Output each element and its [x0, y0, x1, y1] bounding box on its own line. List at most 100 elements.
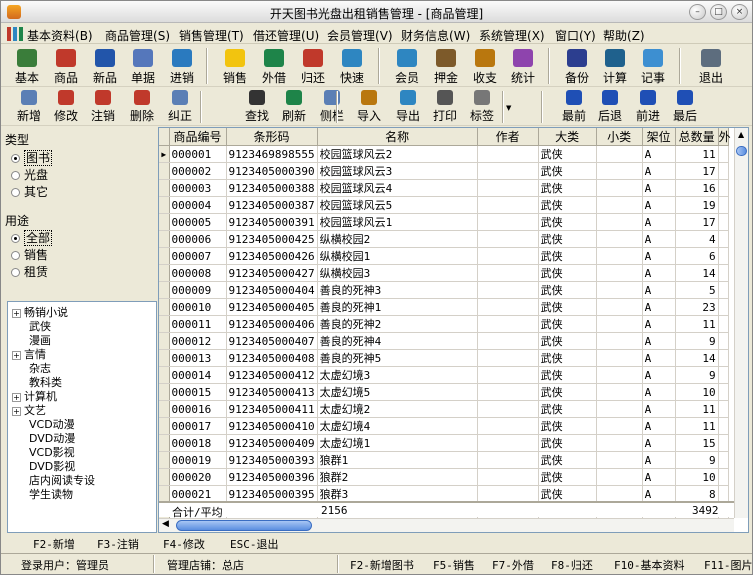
toolbar-delete-x-button[interactable]: 删除 — [122, 90, 162, 124]
table-cell[interactable] — [596, 468, 643, 486]
table-cell[interactable] — [477, 247, 539, 265]
table-cell[interactable]: 000001 — [169, 145, 227, 163]
toolbar-floppy-disk-button[interactable]: 备份 — [557, 49, 597, 86]
table-cell[interactable]: 000014 — [169, 366, 227, 384]
table-cell[interactable] — [477, 230, 539, 248]
table-cell[interactable]: 9123405000388 — [226, 179, 318, 197]
table-cell[interactable]: 10 — [675, 468, 719, 486]
table-cell[interactable]: A — [642, 349, 676, 367]
table-cell[interactable]: A — [642, 281, 676, 299]
table-cell[interactable]: 纵横校园3 — [317, 264, 478, 282]
table-cell[interactable] — [477, 383, 539, 401]
table-cell[interactable]: A — [642, 213, 676, 231]
menu-item-2[interactable]: 销售管理(T) — [179, 27, 244, 44]
table-cell[interactable] — [596, 434, 643, 452]
toolbar-lend-book-button[interactable]: 外借 — [254, 49, 294, 86]
toolbar-smiley-button[interactable]: 销售 — [215, 49, 255, 86]
table-cell[interactable] — [596, 179, 643, 197]
column-header[interactable]: 外 — [718, 128, 731, 146]
table-cell[interactable]: 武侠 — [538, 179, 597, 197]
table-cell[interactable]: 17 — [675, 213, 719, 231]
table-cell[interactable]: A — [642, 400, 676, 418]
table-cell[interactable]: 16 — [675, 179, 719, 197]
vertical-scroll-thumb[interactable] — [736, 146, 747, 156]
table-cell[interactable] — [596, 196, 643, 214]
table-cell[interactable]: 9123405000426 — [226, 247, 318, 265]
table-cell[interactable]: 9123405000413 — [226, 383, 318, 401]
table-cell[interactable]: 9123405000404 — [226, 281, 318, 299]
table-cell[interactable]: 11 — [675, 417, 719, 435]
toolbar-basic-people-button[interactable]: 基本 — [7, 49, 47, 86]
table-cell[interactable] — [477, 451, 539, 469]
table-cell[interactable] — [596, 451, 643, 469]
column-header[interactable]: 大类 — [538, 128, 597, 146]
table-cell[interactable]: 武侠 — [538, 315, 597, 333]
minimize-button[interactable]: – — [689, 4, 706, 20]
type-radio-2[interactable]: 其它 — [11, 183, 48, 200]
table-cell[interactable] — [596, 485, 643, 503]
toolbar-exit-door-button[interactable]: 退出 — [691, 49, 731, 86]
table-cell[interactable] — [477, 281, 539, 299]
toolbar-calculator-button[interactable]: 计算 — [595, 49, 635, 86]
table-cell[interactable] — [477, 332, 539, 350]
table-cell[interactable]: 000020 — [169, 468, 227, 486]
table-cell[interactable]: A — [642, 417, 676, 435]
table-cell[interactable]: 狼群2 — [317, 468, 478, 486]
table-cell[interactable]: 武侠 — [538, 417, 597, 435]
menu-item-0[interactable]: 基本资料(B) — [27, 27, 93, 44]
table-cell[interactable]: 武侠 — [538, 383, 597, 401]
table-cell[interactable]: 11 — [675, 315, 719, 333]
table-cell[interactable] — [477, 196, 539, 214]
table-cell[interactable]: 000007 — [169, 247, 227, 265]
column-header[interactable]: 架位 — [642, 128, 676, 146]
table-cell[interactable]: 000008 — [169, 264, 227, 282]
table-cell[interactable] — [477, 400, 539, 418]
table-cell[interactable] — [477, 213, 539, 231]
table-cell[interactable]: A — [642, 179, 676, 197]
table-cell[interactable]: 9 — [675, 366, 719, 384]
table-cell[interactable]: 武侠 — [538, 162, 597, 180]
table-cell[interactable]: 11 — [675, 145, 719, 163]
expand-plus-icon[interactable]: + — [12, 351, 21, 360]
menu-item-4[interactable]: 会员管理(V) — [327, 27, 393, 44]
menu-item-8[interactable]: 帮助(Z) — [603, 27, 645, 44]
table-cell[interactable] — [477, 145, 539, 163]
table-cell[interactable]: 000003 — [169, 179, 227, 197]
table-cell[interactable]: A — [642, 451, 676, 469]
table-cell[interactable]: 武侠 — [538, 145, 597, 163]
table-row[interactable]: 000020 9123405000396 狼群2 武侠 A 10 — [159, 468, 729, 486]
table-cell[interactable]: 太虚幻境3 — [317, 366, 478, 384]
table-cell[interactable]: 000018 — [169, 434, 227, 452]
table-row[interactable]: 000006 9123405000425 纵横校园2 武侠 A 4 — [159, 230, 729, 248]
table-cell[interactable] — [596, 349, 643, 367]
table-row[interactable]: 000014 9123405000412 太虚幻境3 武侠 A 9 — [159, 366, 729, 384]
toolbar-printer-button[interactable]: 打印 — [425, 90, 465, 124]
table-cell[interactable]: 5 — [675, 281, 719, 299]
menu-item-3[interactable]: 借还管理(U) — [253, 27, 319, 44]
table-cell[interactable]: 000009 — [169, 281, 227, 299]
table-cell[interactable]: 9123405000427 — [226, 264, 318, 282]
table-cell[interactable]: 武侠 — [538, 247, 597, 265]
table-cell[interactable] — [477, 434, 539, 452]
table-cell[interactable]: 太虚幻境4 — [317, 417, 478, 435]
toolbar-sidebar-button[interactable]: 侧栏 — [312, 90, 352, 124]
toolbar-refresh-button[interactable]: 刷新 — [274, 90, 314, 124]
table-cell[interactable]: 000011 — [169, 315, 227, 333]
table-cell[interactable]: A — [642, 145, 676, 163]
table-cell[interactable] — [477, 417, 539, 435]
table-cell[interactable]: 校园篮球风云2 — [317, 145, 478, 163]
table-cell[interactable]: 000012 — [169, 332, 227, 350]
table-cell[interactable] — [596, 162, 643, 180]
scroll-left-icon[interactable]: ◀ — [162, 519, 169, 529]
table-cell[interactable]: 武侠 — [538, 213, 597, 231]
toolbar-cancel-x-button[interactable]: 注销 — [83, 90, 123, 124]
toolbar-correct-check-button[interactable]: 纠正 — [160, 90, 200, 124]
table-cell[interactable] — [477, 298, 539, 316]
table-cell[interactable] — [477, 179, 539, 197]
label-dropdown-arrow-icon[interactable]: ▼ — [506, 104, 511, 112]
table-cell[interactable]: A — [642, 366, 676, 384]
menu-item-7[interactable]: 窗口(Y) — [555, 27, 596, 44]
table-cell[interactable]: 9123405000395 — [226, 485, 318, 503]
table-cell[interactable]: 9123405000387 — [226, 196, 318, 214]
type-radio-0[interactable]: 图书 — [11, 149, 53, 166]
